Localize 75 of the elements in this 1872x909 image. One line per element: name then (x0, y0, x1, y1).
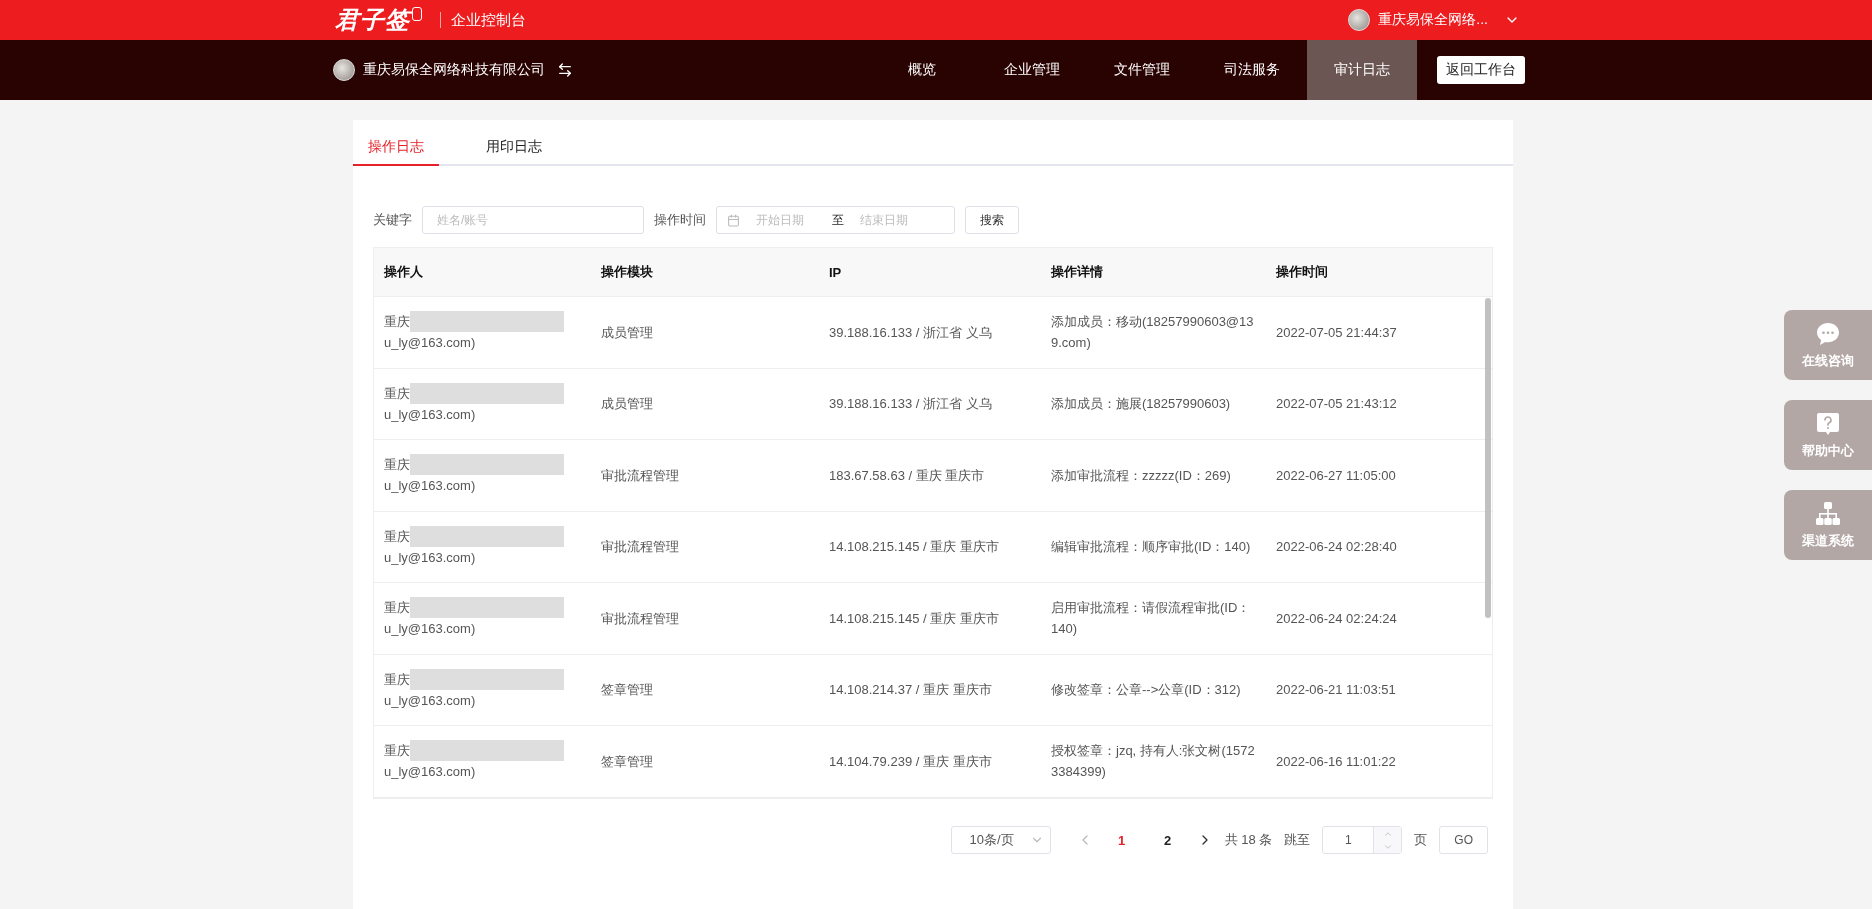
nav-item[interactable]: 企业管理 (977, 40, 1087, 100)
table-cell-text: 成员管理 (600, 323, 654, 342)
back-button[interactable]: 返回工作台 (1437, 56, 1525, 84)
chat-bubble-icon[interactable] (1814, 320, 1842, 348)
table-cell-text: 14.104.79.239 / 重庆 重庆市 (828, 752, 993, 771)
table-cell-text: 2022-07-05 21:43:12 (1275, 395, 1398, 414)
table-cell-text: 签章管理 (600, 681, 654, 700)
go-button[interactable]: GO (1439, 826, 1488, 854)
table-cell-text: 启用审批流程：请假流程审批(ID：140) (1050, 599, 1252, 639)
date-range-picker[interactable]: 开始日期 至 结束日期 (716, 206, 955, 234)
table-cell-text: 审批流程管理 (600, 466, 680, 485)
column-header: 操作模块 (600, 263, 654, 281)
table-cell-text: 授权签章：jzq, 持有人:张文树(15723384399) (1050, 742, 1256, 782)
page-number-field[interactable]: 1 (1323, 827, 1374, 853)
table-cell-text: 审批流程管理 (600, 538, 680, 557)
table-cell-text: 14.108.215.145 / 重庆 重庆市 (828, 538, 1000, 557)
operator-cell: 重庆 u_ly@163.com) (374, 382, 591, 425)
table-cell-text: 39.188.16.133 / 浙江省 义乌 (828, 323, 993, 342)
logo: 君子签 (335, 4, 410, 36)
table-cell-text: 2022-06-21 11:03:51 (1275, 681, 1397, 700)
tab[interactable]: 操作日志 (353, 138, 439, 166)
table-cell-text: 2022-06-24 02:28:40 (1275, 538, 1398, 557)
table-cell-text: 2022-06-27 11:05:00 (1275, 466, 1397, 485)
table-cell-text: 14.108.214.37 / 重庆 重庆市 (828, 681, 993, 700)
total-count: 共 18 条 (1224, 831, 1273, 849)
table-cell-text: 183.67.58.63 / 重庆 重庆市 (828, 466, 986, 485)
table-cell-text: 添加审批流程：zzzzz(ID：269) (1050, 466, 1232, 485)
table-cell-text: 修改签章：公章-->公章(ID：312) (1050, 681, 1242, 700)
page-link[interactable]: 2 (1150, 832, 1185, 848)
product-title: 企业控制台 (451, 10, 526, 30)
user-name[interactable]: 重庆易保全网络... (1378, 11, 1488, 29)
tab[interactable]: 用印日志 (471, 138, 557, 166)
nav-item[interactable]: 司法服务 (1197, 40, 1307, 100)
table-cell-text: 39.188.16.133 / 浙江省 义乌 (828, 395, 993, 414)
operator-cell: 重庆 u_ly@163.com) (374, 740, 591, 783)
search-button[interactable]: 搜索 (965, 206, 1019, 234)
operator-cell: 重庆 u_ly@163.com) (374, 311, 591, 354)
column-header: 操作时间 (1275, 263, 1329, 281)
jump-label: 跳至 (1284, 831, 1311, 849)
table-cell-text: 2022-06-16 11:01:22 (1275, 752, 1397, 771)
operator-cell: 重庆 u_ly@163.com) (374, 525, 591, 568)
table-cell-text: 签章管理 (600, 752, 654, 771)
table-cell-text: 14.108.215.145 / 重庆 重庆市 (828, 609, 1000, 628)
operator-cell: 重庆 u_ly@163.com) (374, 668, 591, 711)
range-separator: 至 (832, 211, 844, 229)
switch-icon[interactable] (557, 62, 573, 78)
company-avatar (333, 59, 355, 81)
time-label: 操作时间 (654, 211, 706, 229)
avatar[interactable] (1348, 9, 1371, 31)
keyword-field[interactable]: 姓名/账号 (422, 206, 644, 234)
nav-item[interactable]: 审计日志 (1307, 40, 1417, 100)
hierarchy-icon[interactable] (1814, 500, 1842, 528)
scrollbar[interactable] (1485, 298, 1491, 618)
seal-icon (412, 7, 422, 21)
column-header: 操作人 (383, 263, 424, 281)
company-name: 重庆易保全网络科技有限公司 (363, 61, 545, 79)
table-cell-text: 编辑审批流程：顺序审批(ID：140) (1050, 538, 1252, 557)
operator-cell: 重庆 u_ly@163.com) (374, 454, 591, 497)
page-link[interactable]: 1 (1104, 832, 1139, 848)
table-cell-text: 2022-07-05 21:44:37 (1275, 323, 1398, 342)
table-cell-text: 成员管理 (600, 395, 654, 414)
column-header: 操作详情 (1050, 263, 1104, 281)
column-header: IP (828, 264, 843, 280)
operator-cell: 重庆 u_ly@163.com) (374, 597, 591, 640)
number-stepper[interactable]: 1 (1322, 826, 1403, 854)
page-unit: 页 (1414, 831, 1428, 849)
keyword-label: 关键字 (373, 211, 412, 229)
page-size-select[interactable]: 10条/页 (950, 826, 1051, 854)
nav-item[interactable]: 文件管理 (1087, 40, 1197, 100)
table-cell-text: 添加成员：移动(18257990603@139.com) (1050, 313, 1255, 353)
calendar-icon[interactable] (727, 213, 740, 227)
table-cell-text: 审批流程管理 (600, 609, 680, 628)
table-cell-text: 2022-06-24 02:24:24 (1275, 609, 1398, 628)
nav-item[interactable]: 概览 (867, 40, 977, 100)
table-cell-text: 添加成员：施展(18257990603) (1050, 395, 1232, 414)
